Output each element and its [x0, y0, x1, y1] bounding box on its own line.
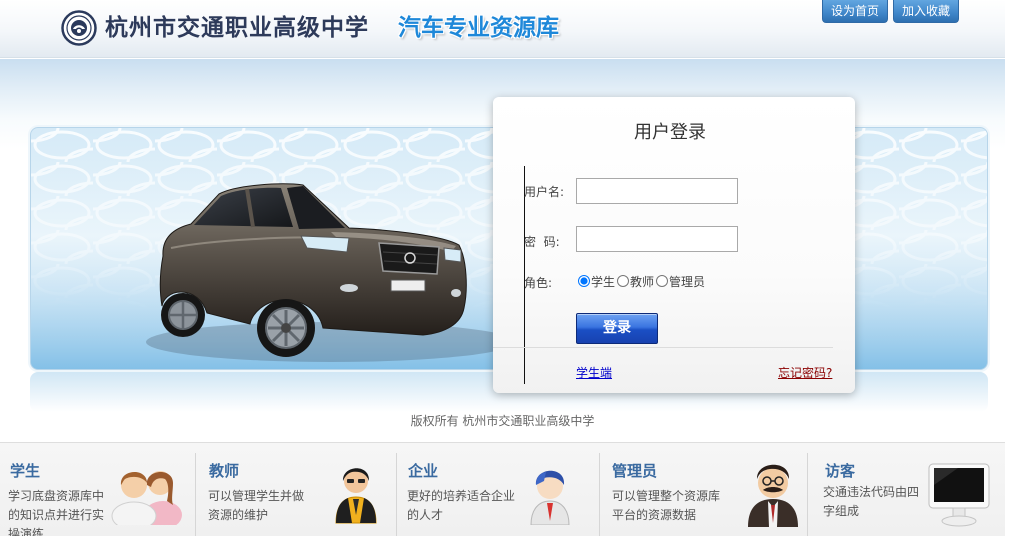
role-option-admin[interactable]: 管理员 [654, 273, 705, 290]
login-panel: 用户登录 用户名: 密 码: 角色: 学生 教师 管理员 登录 学生端 忘记密码… [493, 97, 855, 393]
student-portal-link[interactable]: 学生端 [576, 364, 612, 381]
role-option-label: 学生 [591, 274, 616, 289]
role-radio-student[interactable] [578, 275, 590, 287]
form-divider-horizontal [493, 347, 833, 348]
enterprise-person-icon [530, 470, 570, 525]
role-option-teacher[interactable]: 教师 [615, 273, 654, 290]
user-types-section: 学生 学习底盘资源库中的知识点并进行实操演练 教师 可以管理学生并做资源的维护 … [0, 442, 1005, 536]
user-type-title-student[interactable]: 学生 [10, 460, 40, 481]
role-option-label: 教师 [630, 274, 655, 289]
user-type-desc-visitor: 交通违法代码由四字组成 [823, 485, 920, 518]
role-option-student[interactable]: 学生 [576, 273, 615, 290]
set-home-button[interactable]: 设为首页 [822, 0, 888, 23]
password-input[interactable] [576, 226, 738, 252]
role-radio-group: 学生 教师 管理员 [576, 273, 705, 289]
forgot-password-link[interactable]: 忘记密码? [778, 364, 832, 381]
user-type-desc-admin: 可以管理整个资源库平台的资源数据 [612, 489, 721, 522]
column-divider [195, 453, 196, 536]
password-label: 密 码: [524, 235, 560, 249]
school-name: 杭州市交通职业高级中学 [105, 14, 369, 41]
role-radio-admin[interactable] [656, 275, 669, 287]
role-radio-teacher[interactable] [617, 275, 630, 287]
site-header: 杭州市交通职业高级中学 汽车专业资源库 设为首页 加入收藏 [0, 0, 1005, 58]
administrator-icon [748, 464, 798, 527]
user-type-title-teacher[interactable]: 教师 [209, 460, 239, 481]
column-divider [807, 453, 808, 536]
role-label: 角色: [524, 276, 553, 290]
copyright-text: 版权所有 杭州市交通职业高级中学 [410, 414, 595, 428]
user-type-title-enterprise[interactable]: 企业 [408, 460, 438, 481]
user-type-title-admin[interactable]: 管理员 [612, 460, 657, 481]
username-input[interactable] [576, 178, 738, 204]
add-bookmark-button[interactable]: 加入收藏 [893, 0, 959, 23]
monitor-icon [928, 463, 990, 527]
school-emblem-icon [61, 10, 97, 46]
teacher-icon [335, 468, 377, 524]
user-type-title-visitor[interactable]: 访客 [825, 460, 855, 481]
user-type-desc-teacher: 可以管理学生并做资源的维护 [208, 489, 305, 522]
column-divider [396, 453, 397, 536]
user-type-desc-student: 学习底盘资源库中的知识点并进行实操演练 [8, 489, 105, 536]
column-divider [599, 453, 600, 536]
students-icon [111, 471, 182, 525]
user-type-desc-enterprise: 更好的培养适合企业的人才 [407, 489, 516, 522]
site-subtitle: 汽车专业资源库 [398, 15, 559, 41]
username-label: 用户名: [524, 185, 565, 199]
login-title: 用户登录 [634, 122, 706, 143]
login-button[interactable]: 登录 [576, 313, 658, 344]
role-option-label: 管理员 [669, 274, 706, 289]
